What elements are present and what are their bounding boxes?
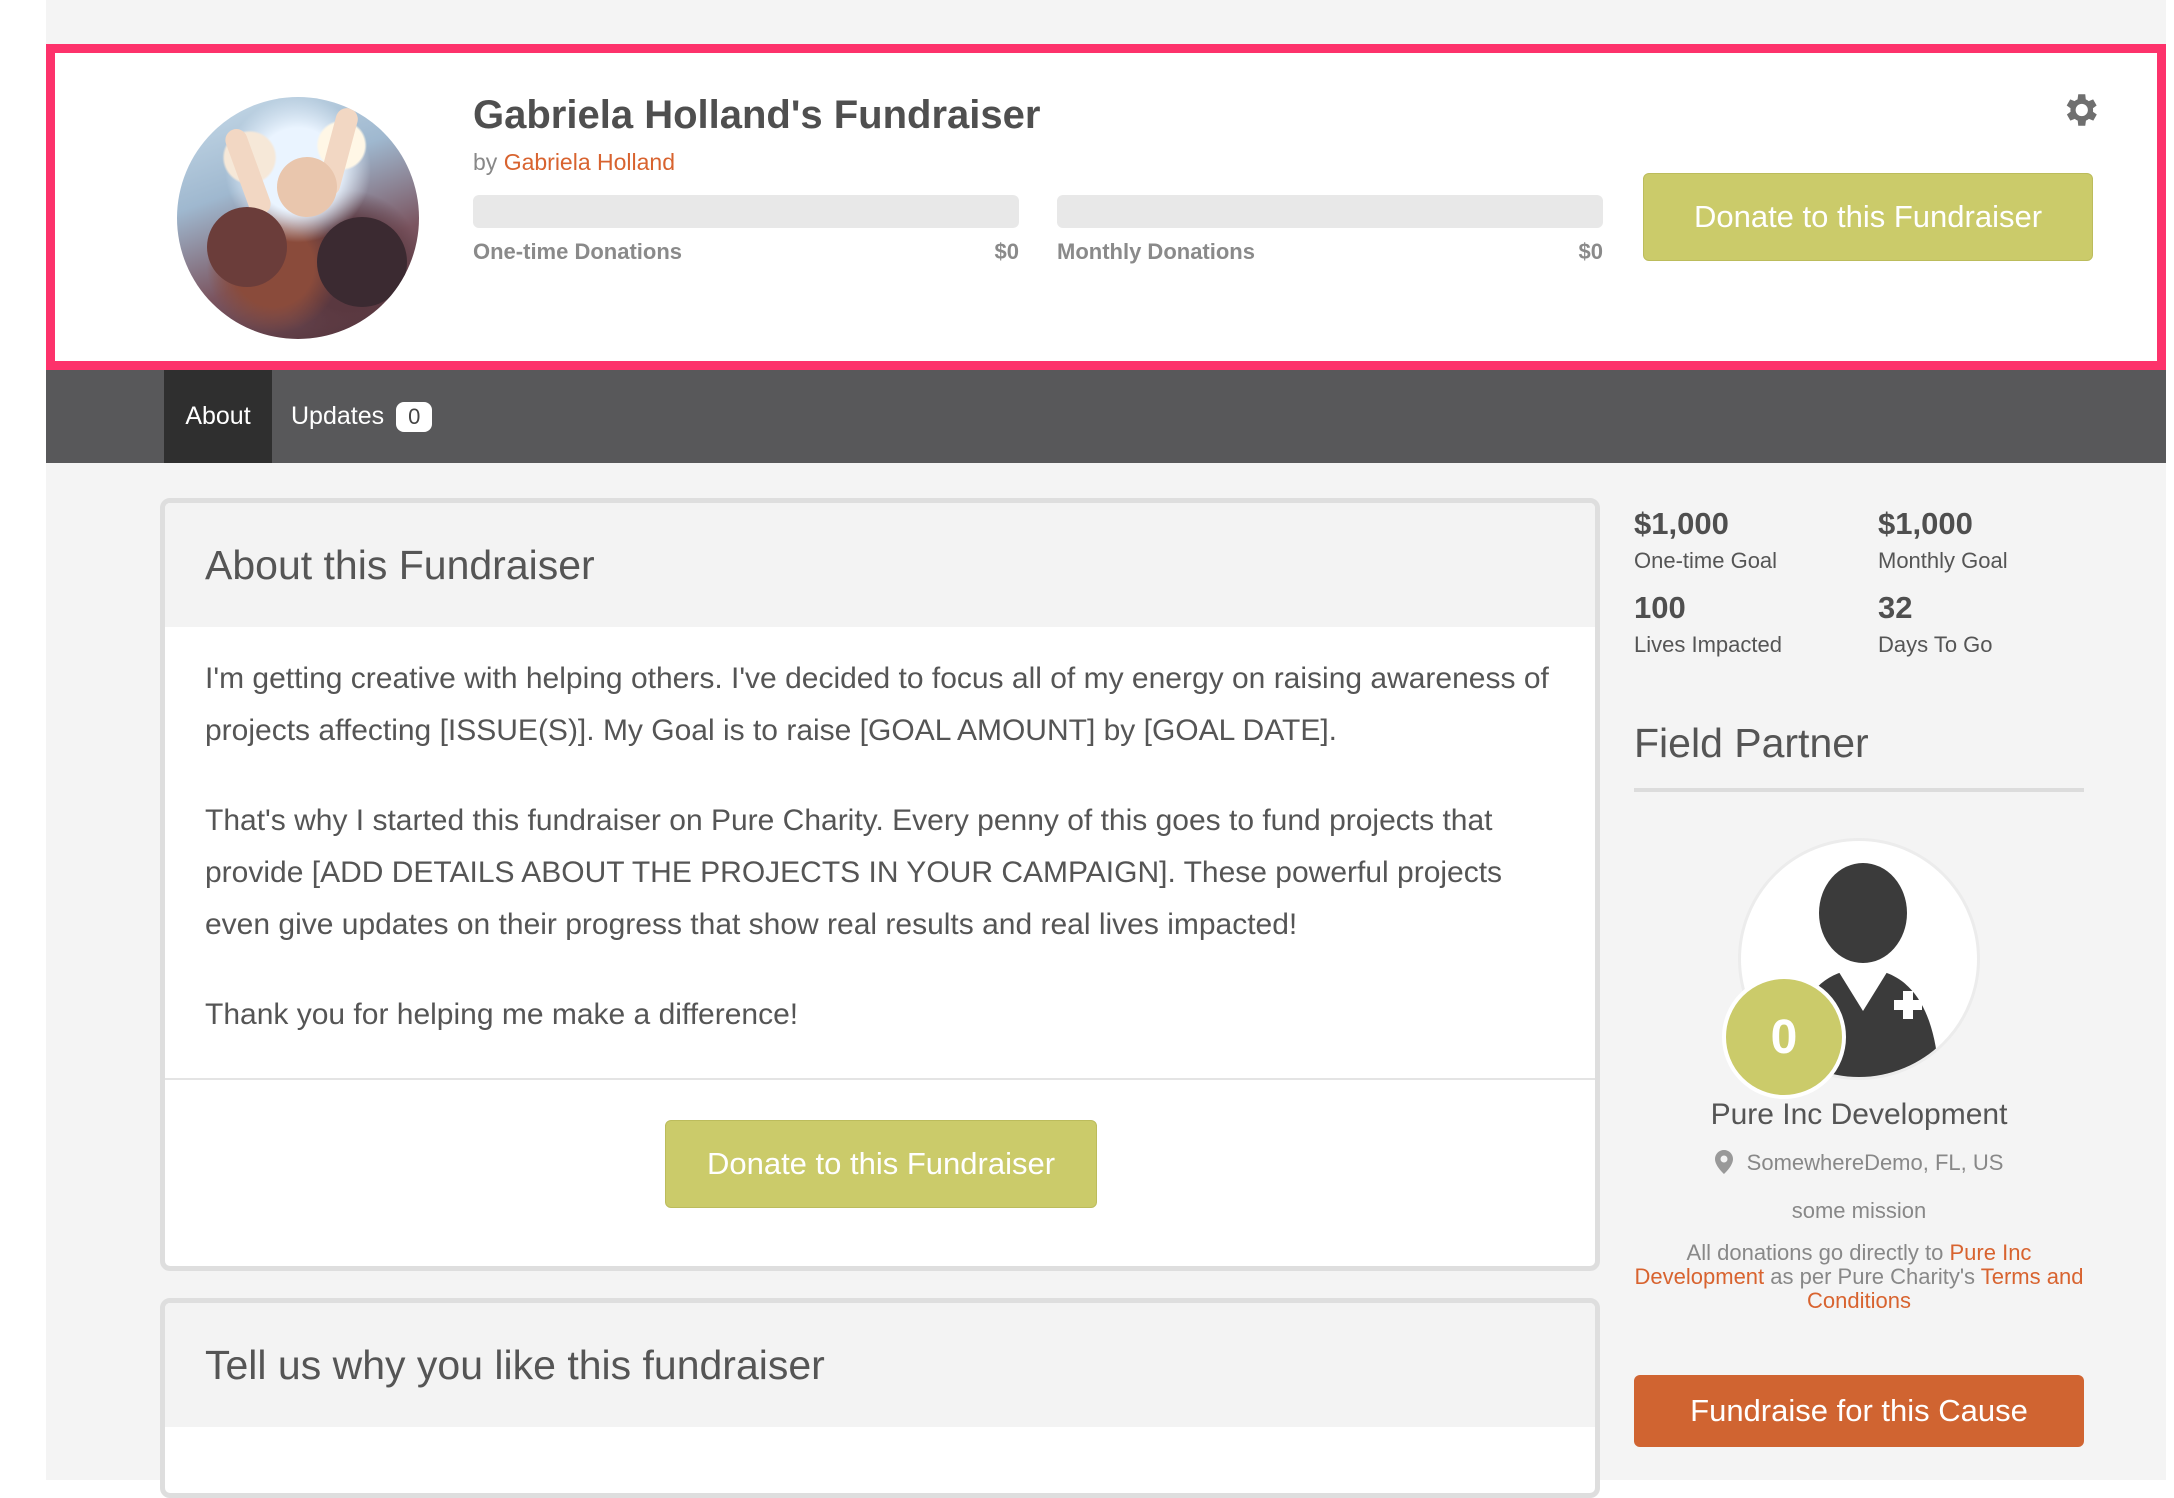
note-prefix: All donations go directly to — [1686, 1240, 1944, 1265]
donation-note: All donations go directly to Pure Inc De… — [1634, 1241, 2084, 1313]
monthly-goal-value: $1,000 — [1878, 506, 1973, 541]
fundraiser-header: Gabriela Holland's Fundraiser by Gabriel… — [46, 44, 2166, 370]
updates-count-badge: 0 — [396, 401, 433, 432]
lives-impacted-value: 100 — [1634, 590, 1686, 625]
monthly-value: $0 — [1578, 239, 1603, 264]
donate-button-secondary[interactable]: Donate to this Fundraiser — [665, 1120, 1097, 1208]
partner-location-text: SomewhereDemo, FL, US — [1746, 1150, 2004, 1175]
note-middle: as per Pure Charity's — [1770, 1264, 1976, 1289]
about-body: I'm getting creative with helping others… — [165, 627, 1595, 1078]
byline: by Gabriela Holland — [473, 149, 675, 176]
about-paragraph: Thank you for helping me make a differen… — [205, 998, 799, 1031]
gear-icon[interactable] — [2059, 89, 2101, 131]
about-footer: Donate to this Fundraiser — [165, 1078, 1595, 1250]
partner-count-badge: 0 — [1722, 975, 1846, 1099]
partner-name[interactable]: Pure Inc Development — [1634, 1098, 2084, 1132]
tab-updates-label: Updates — [291, 402, 385, 430]
fundraise-button[interactable]: Fundraise for this Cause — [1634, 1375, 2084, 1447]
byline-prefix: by — [473, 149, 498, 175]
fundraiser-title: Gabriela Holland's Fundraiser — [473, 93, 1041, 137]
monthly-label: Monthly Donations — [1057, 239, 1255, 264]
about-paragraph: That's why I started this fundraiser on … — [205, 804, 1503, 941]
one-time-goal-value: $1,000 — [1634, 506, 1729, 541]
tab-bar: About Updates 0 — [46, 370, 2166, 463]
lives-impacted-label: Lives Impacted — [1634, 632, 1782, 657]
about-paragraph: I'm getting creative with helping others… — [205, 662, 1549, 747]
days-to-go-label: Days To Go — [1878, 632, 1993, 657]
partner-location: SomewhereDemo, FL, US — [1634, 1150, 2084, 1180]
one-time-label: One-time Donations — [473, 239, 683, 264]
map-pin-icon — [1714, 1150, 1733, 1180]
days-to-go-value: 32 — [1878, 590, 1913, 625]
author-link[interactable]: Gabriela Holland — [504, 149, 675, 175]
about-heading: About this Fundraiser — [165, 503, 1595, 627]
fundraiser-avatar — [177, 97, 419, 339]
field-partner-divider — [1634, 788, 2084, 792]
monthly-progress-bar — [1057, 195, 1603, 228]
monthly-goal-label: Monthly Goal — [1878, 548, 2008, 573]
partner-mission: some mission — [1791, 1198, 1927, 1223]
why-panel: Tell us why you like this fundraiser — [160, 1298, 1600, 1498]
one-time-goal-label: One-time Goal — [1634, 548, 1778, 573]
field-partner-heading: Field Partner — [1634, 720, 1869, 766]
donate-button[interactable]: Donate to this Fundraiser — [1643, 173, 2093, 261]
one-time-progress-bar — [473, 195, 1019, 228]
tab-about-label: About — [185, 402, 251, 430]
why-heading: Tell us why you like this fundraiser — [165, 1303, 1595, 1427]
one-time-value: $0 — [994, 239, 1019, 264]
tab-about[interactable]: About — [164, 370, 272, 463]
tab-updates[interactable]: Updates 0 — [291, 370, 433, 463]
about-panel: About this Fundraiser I'm getting creati… — [160, 498, 1600, 1271]
